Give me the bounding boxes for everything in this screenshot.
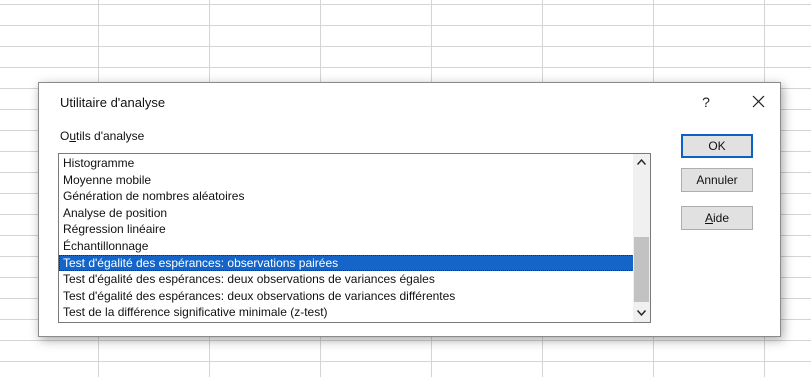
- list-item[interactable]: Moyenne mobile: [59, 172, 634, 189]
- dialog-title: Utilitaire d'analyse: [60, 95, 166, 110]
- scroll-thumb[interactable]: [634, 237, 649, 302]
- listbox-scrollbar[interactable]: [633, 154, 650, 322]
- list-items: Histogramme Moyenne mobile Génération de n…: [59, 155, 634, 321]
- help-button[interactable]: ?: [694, 91, 718, 113]
- label-rest: tils d'analyse: [76, 129, 145, 143]
- aide-button[interactable]: Aide: [681, 206, 753, 230]
- aide-label-rest: ide: [713, 211, 730, 225]
- list-item[interactable]: Test d'égalité des espérances: observati…: [59, 254, 634, 272]
- label-prefix: O: [60, 129, 70, 143]
- chevron-down-icon: [637, 310, 646, 316]
- list-item[interactable]: Histogramme: [59, 155, 634, 172]
- list-item[interactable]: Test de la différence significative mini…: [59, 304, 634, 321]
- cancel-button[interactable]: Annuler: [681, 168, 753, 192]
- list-item[interactable]: Test d'égalité des espérances: deux obse…: [59, 271, 634, 288]
- analysis-tools-dialog: Utilitaire d'analyse ? Outils d'analyse …: [38, 82, 781, 337]
- list-item[interactable]: Test d'égalité des espérances: deux obse…: [59, 288, 634, 305]
- dialog-titlebar: Utilitaire d'analyse ?: [39, 83, 780, 121]
- analysis-tools-label: Outils d'analyse: [60, 129, 144, 143]
- scroll-up-button[interactable]: [633, 154, 650, 171]
- list-item[interactable]: Échantillonnage: [59, 238, 634, 255]
- list-item[interactable]: Régression linéaire: [59, 221, 634, 238]
- close-button[interactable]: [746, 91, 770, 113]
- list-item[interactable]: Analyse de position: [59, 205, 634, 222]
- chevron-up-icon: [637, 159, 646, 165]
- list-item[interactable]: Génération de nombres aléatoires: [59, 188, 634, 205]
- aide-accelerator: A: [704, 211, 713, 225]
- scroll-down-button[interactable]: [633, 305, 650, 322]
- close-icon: [752, 95, 764, 108]
- ok-button[interactable]: OK: [681, 134, 753, 158]
- analysis-tools-listbox[interactable]: Histogramme Moyenne mobile Génération de n…: [58, 153, 651, 323]
